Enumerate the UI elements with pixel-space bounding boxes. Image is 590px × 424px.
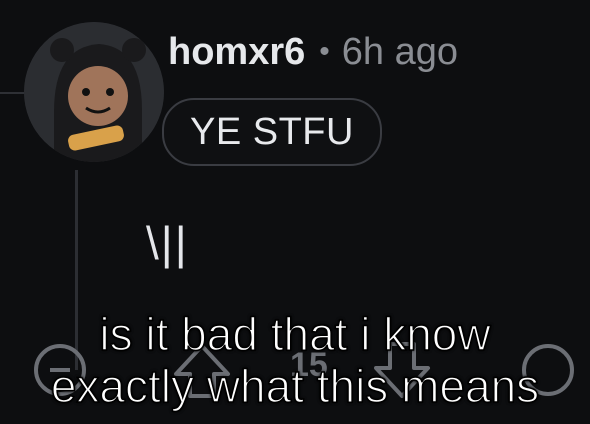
flair-text: YE STFU (190, 110, 354, 153)
caption-line-1: is it bad that i know (99, 307, 492, 361)
timestamp: 6h ago (341, 30, 459, 73)
avatar[interactable] (24, 22, 164, 162)
user-flair: YE STFU (162, 98, 382, 166)
separator-dot: • (319, 35, 330, 68)
comment-body: \|| (146, 217, 189, 269)
username-link[interactable]: homxr6 (168, 31, 305, 74)
caption-line-2: exactly what this means (50, 359, 540, 413)
avatar-icon (24, 22, 164, 162)
comment-header: homxr6 • 6h ago (168, 22, 458, 82)
meme-caption: is it bad that i know exactly what this … (0, 307, 590, 413)
